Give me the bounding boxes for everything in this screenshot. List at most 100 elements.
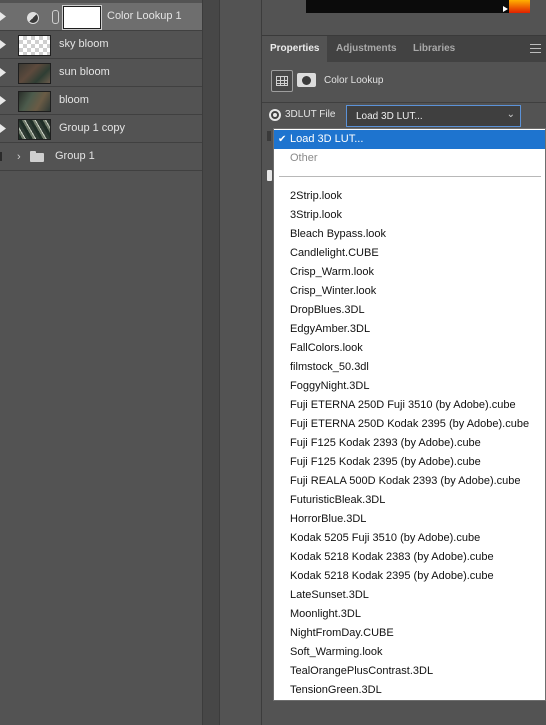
dropdown-item-label: 2Strip.look <box>290 190 342 202</box>
lut-file-select[interactable]: Load 3D LUT... ⌄ <box>346 105 521 127</box>
chevron-down-icon[interactable]: ⌄ <box>507 109 515 120</box>
dropdown-item-label: FallColors.look <box>290 342 363 354</box>
tab-properties[interactable]: Properties <box>262 36 328 62</box>
link-icon[interactable] <box>52 10 59 24</box>
dropdown-item-lut-file[interactable]: Fuji ETERNA 250D Kodak 2395 (by Adobe).c… <box>274 415 545 434</box>
layer-name: Group 1 copy <box>59 122 126 134</box>
dropdown-item-label: LateSunset.3DL <box>290 589 369 601</box>
dropdown-separator <box>279 176 541 177</box>
dropdown-item-lut-file[interactable]: TensionGreen.3DL <box>274 681 545 700</box>
layer-mask-thumbnail[interactable] <box>62 5 102 30</box>
dropdown-item-lut-file[interactable]: 3Strip.look <box>274 206 545 225</box>
layer-thumbnail <box>18 119 51 140</box>
visibility-toggle[interactable] <box>0 152 2 161</box>
layer-row-sun-bloom[interactable]: sun bloom <box>0 59 202 87</box>
dropdown-item-lut-file[interactable]: DropBlues.3DL <box>274 301 545 320</box>
dropdown-item-lut-file[interactable]: NightFromDay.CUBE <box>274 624 545 643</box>
dropdown-item-label: TealOrangePlusContrast.3DL <box>290 665 434 677</box>
dropdown-item-lut-file[interactable]: Kodak 5218 Kodak 2383 (by Adobe).cube <box>274 548 545 567</box>
layers-panel: Color Lookup 1 sky bloom sun bloom bloom… <box>0 0 202 725</box>
dropdown-item-lut-file[interactable]: Bleach Bypass.look <box>274 225 545 244</box>
layer-thumbnail <box>18 63 51 84</box>
hidden-option-marker <box>267 131 271 141</box>
dropdown-item-label: Kodak 5205 Fuji 3510 (by Adobe).cube <box>290 532 481 544</box>
dropdown-item-lut-file[interactable]: Kodak 5205 Fuji 3510 (by Adobe).cube <box>274 529 545 548</box>
layer-row-group-1-copy[interactable]: Group 1 copy <box>0 115 202 143</box>
lut-file-label: 3DLUT File <box>285 109 336 120</box>
dropdown-item-lut-file[interactable]: Fuji F125 Kodak 2395 (by Adobe).cube <box>274 453 545 472</box>
dropdown-item-lut-file[interactable]: LateSunset.3DL <box>274 586 545 605</box>
dropdown-item-label: Fuji ETERNA 250D Kodak 2395 (by Adobe).c… <box>290 418 530 430</box>
dropdown-item-label: Crisp_Winter.look <box>290 285 377 297</box>
histogram-marker-icon <box>503 6 508 12</box>
dropdown-item-lut-file[interactable]: Fuji ETERNA 250D Fuji 3510 (by Adobe).cu… <box>274 396 545 415</box>
dropdown-item-label: DropBlues.3DL <box>290 304 365 316</box>
dropdown-item-label: EdgyAmber.3DL <box>290 323 371 335</box>
dropdown-item-label: 3Strip.look <box>290 209 342 221</box>
dropdown-item-label: Kodak 5218 Kodak 2383 (by Adobe).cube <box>290 551 494 563</box>
dropdown-item-lut-file[interactable]: Kodak 5218 Kodak 2395 (by Adobe).cube <box>274 567 545 586</box>
dropdown-item-lut-file[interactable]: Candlelight.CUBE <box>274 244 545 263</box>
grid-icon[interactable] <box>271 70 293 92</box>
dropdown-item-label: Soft_Warming.look <box>290 646 383 658</box>
dropdown-item-label: FoggyNight.3DL <box>290 380 370 392</box>
eye-icon[interactable] <box>0 40 6 49</box>
layer-name: Group 1 <box>55 150 95 162</box>
dropdown-item-lut-file[interactable]: 2Strip.look <box>274 187 545 206</box>
dropdown-item-lut-file[interactable]: Moonlight.3DL <box>274 605 545 624</box>
dropdown-item-lut-file[interactable]: TealOrangePlusContrast.3DL <box>274 662 545 681</box>
chevron-right-icon[interactable]: › <box>17 151 21 163</box>
dropdown-item-label: Fuji REALA 500D Kodak 2393 (by Adobe).cu… <box>290 475 521 487</box>
checkmark-icon: ✔ <box>278 134 287 145</box>
layer-row-color-lookup[interactable]: Color Lookup 1 <box>0 3 202 31</box>
eye-icon[interactable] <box>0 68 6 77</box>
layer-thumbnail <box>18 35 51 56</box>
dropdown-item-lut-file[interactable]: filmstock_50.3dl <box>274 358 545 377</box>
layer-name: bloom <box>59 94 89 106</box>
dropdown-item-lut-file[interactable]: Fuji F125 Kodak 2393 (by Adobe).cube <box>274 434 545 453</box>
layer-thumbnail <box>18 91 51 112</box>
dropdown-item-lut-file[interactable]: Crisp_Winter.look <box>274 282 545 301</box>
dropdown-item-load-3d-lut[interactable]: ✔ Load 3D LUT... <box>274 130 545 149</box>
dropdown-item-lut-file[interactable]: Crisp_Warm.look <box>274 263 545 282</box>
layer-name: sky bloom <box>59 38 109 50</box>
layer-name: sun bloom <box>59 66 110 78</box>
layer-row-group-1[interactable]: › Group 1 <box>0 143 202 171</box>
dropdown-item-lut-file[interactable]: HorrorBlue.3DL <box>274 510 545 529</box>
dropdown-item-other: Other <box>274 149 545 168</box>
dropdown-item-label: Other <box>290 152 318 164</box>
dropdown-item-label: FuturisticBleak.3DL <box>290 494 386 506</box>
layer-row-sky-bloom[interactable]: sky bloom <box>0 31 202 59</box>
dropdown-item-lut-file[interactable]: FoggyNight.3DL <box>274 377 545 396</box>
layer-name: Color Lookup 1 <box>107 10 182 22</box>
panel-divider <box>202 0 220 725</box>
layer-row-bloom[interactable]: bloom <box>0 87 202 115</box>
dropdown-item-label: Bleach Bypass.look <box>290 228 386 240</box>
dropdown-item-lut-file[interactable]: FuturisticBleak.3DL <box>274 491 545 510</box>
eye-icon[interactable] <box>0 12 6 21</box>
lut-select-value: Load 3D LUT... <box>356 111 423 122</box>
lut-dropdown-list[interactable]: ✔ Load 3D LUT... Other 2Strip.look 3Strip… <box>273 128 546 701</box>
dropdown-item-lut-file[interactable]: FallColors.look <box>274 339 545 358</box>
dropdown-item-lut-file[interactable]: Fuji REALA 500D Kodak 2393 (by Adobe).cu… <box>274 472 545 491</box>
divider <box>262 102 546 103</box>
mask-icon[interactable] <box>297 73 316 87</box>
dropdown-item-lut-file[interactable]: EdgyAmber.3DL <box>274 320 545 339</box>
histogram-strip <box>306 0 530 13</box>
dropdown-item-label: Fuji F125 Kodak 2393 (by Adobe).cube <box>290 437 481 449</box>
radio-icon[interactable] <box>269 109 281 121</box>
folder-icon <box>30 151 44 162</box>
panel-tabbar: Properties Adjustments Libraries <box>262 35 546 62</box>
dropdown-item-label: Moonlight.3DL <box>290 608 361 620</box>
dropdown-item-lut-file[interactable]: Soft_Warming.look <box>274 643 545 662</box>
eye-icon[interactable] <box>0 124 6 133</box>
hidden-checkbox[interactable] <box>267 170 272 181</box>
eye-icon[interactable] <box>0 96 6 105</box>
tab-libraries[interactable]: Libraries <box>405 36 463 62</box>
adjustment-layer-icon <box>27 12 39 24</box>
dropdown-item-label: Fuji F125 Kodak 2395 (by Adobe).cube <box>290 456 481 468</box>
dropdown-item-label: Crisp_Warm.look <box>290 266 374 278</box>
dropdown-item-label: Fuji ETERNA 250D Fuji 3510 (by Adobe).cu… <box>290 399 516 411</box>
panel-menu-icon[interactable] <box>530 44 541 53</box>
tab-adjustments[interactable]: Adjustments <box>328 36 405 62</box>
